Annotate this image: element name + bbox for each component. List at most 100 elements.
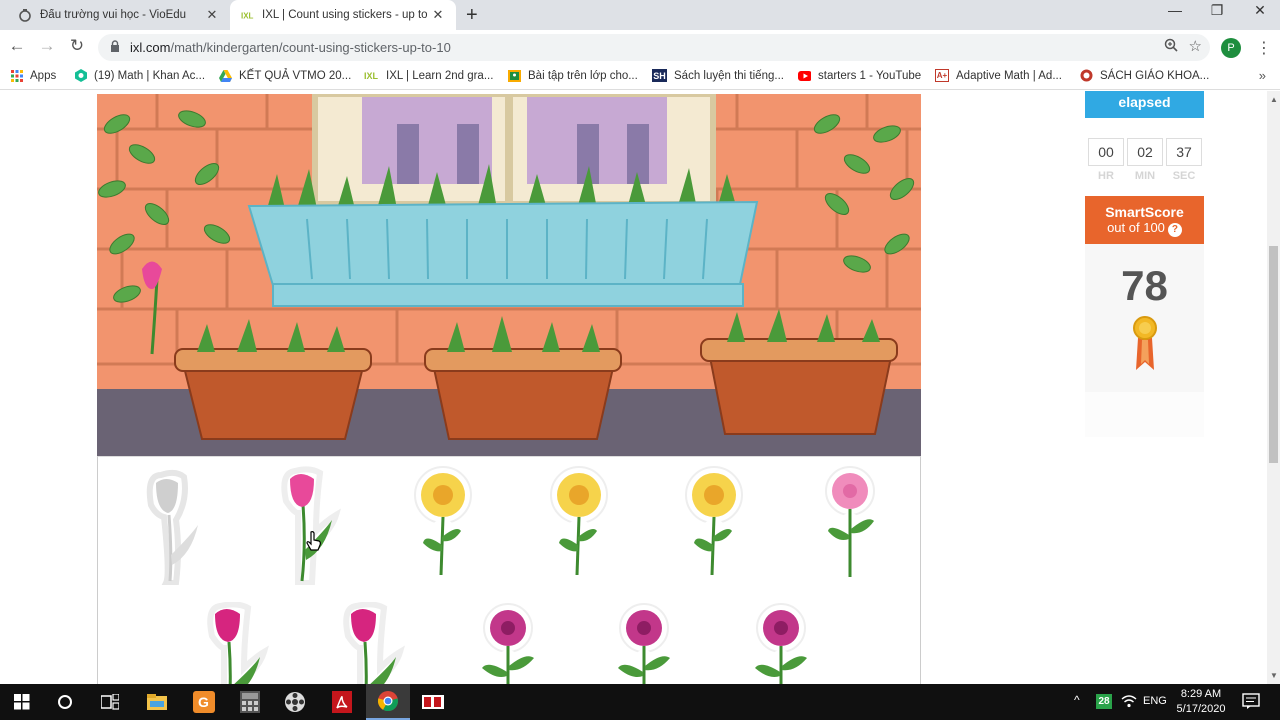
timer-hours-label: HR [1098,170,1114,182]
media-player-icon[interactable] [273,684,317,720]
url-text: ixl.com/math/kindergarten/count-using-st… [130,40,451,55]
timer-seconds: 37 [1166,138,1202,166]
bookmark-label: starters 1 - YouTube [818,69,922,82]
timer-minutes-label: MIN [1134,170,1156,182]
bookmark-apps[interactable]: Apps [10,69,56,82]
sticker-daisy-yellow[interactable] [405,465,481,585]
bookmark-label: (19) Math | Khan Ac... [94,69,206,82]
chrome-taskbar-icon[interactable] [366,684,410,720]
bookmark-label: Sách luyện thi tiếng... [674,69,784,82]
new-tab-button[interactable]: + [466,4,478,27]
windows-start-icon[interactable] [0,684,44,720]
chrome-menu-icon[interactable]: ⋮ [1256,38,1272,58]
hand-cursor-icon [306,531,322,554]
bookmark-vtmo[interactable]: KẾT QUẢ VTMO 20... [219,69,351,82]
smartscore-title: SmartScore [1105,204,1184,220]
elapsed-header: elapsed [1085,91,1204,118]
sticker-daisy-pink[interactable] [812,465,888,585]
forward-arrow-icon[interactable]: → [36,36,58,56]
sticker-daisy-magenta[interactable] [743,602,819,684]
bookmark-khan[interactable]: (19) Math | Khan Ac... [74,69,205,82]
file-explorer-icon[interactable] [135,684,179,720]
profile-avatar[interactable]: P [1221,38,1241,58]
timer-seconds-label: SEC [1172,170,1196,182]
help-icon[interactable]: ? [1167,223,1182,237]
ixl-favicon-icon: IXL [240,8,254,22]
smartscore-subtitle-text: out of 100 [1107,220,1165,235]
bookmark-ixl-2nd[interactable]: IXL IXL | Learn 2nd gra... [363,69,493,82]
sh-book-icon: SH [652,69,667,82]
google-drive-icon [219,69,232,82]
sticker-tulip-magenta[interactable] [334,601,410,684]
url-path: /math/kindergarten/count-using-stickers-… [170,40,451,55]
tab-strip: Đấu trường vui học - VioEdu ✕ IXL IXL | … [0,0,1280,30]
smartscore-subtitle: out of 100? [1085,220,1204,237]
show-hidden-icons-chevron-icon[interactable]: ^ [1074,693,1080,707]
bookmark-bai-tap[interactable]: Bài tập trên lớp cho... [508,69,638,82]
scroll-up-arrow-icon[interactable]: ▲ [1270,95,1278,104]
medal-icon [1131,316,1159,375]
close-window-button[interactable]: ✕ [1245,2,1275,19]
bookmarks-bar: Apps (19) Math | Khan Ac... KẾT QUẢ VTMO… [0,64,1280,90]
zoom-icon[interactable] [1164,38,1178,55]
page-content: elapsed 00 02 37 HR MIN SEC SmartScore o… [0,91,1280,684]
apps-grid-icon [10,69,23,82]
bookmark-label: KẾT QUẢ VTMO 20... [239,69,352,82]
textbook-icon [1080,69,1093,82]
sticker-daisy-magenta[interactable] [606,602,682,684]
reload-icon[interactable]: ↻ [66,36,88,56]
bookmark-star-icon[interactable]: ☆ [1189,37,1202,55]
tab-ixl[interactable]: IXL IXL | Count using stickers - up to ✕ [230,0,456,30]
browser-toolbar: ← → ↻ ixl.com/math/kindergarten/count-us… [0,30,1280,64]
tab-title: IXL | Count using stickers - up to [262,9,428,21]
unikey-badge-icon[interactable]: 28 [1096,694,1112,709]
sticker-tulip-magenta[interactable] [198,601,274,684]
smartscore-footer [1085,392,1204,437]
scrollbar-thumb[interactable] [1269,246,1278,463]
sticker-daisy-magenta[interactable] [470,602,546,684]
tab-title: Đấu trường vui học - VioEdu [40,9,187,21]
wifi-icon[interactable] [1121,694,1137,711]
bookmark-sach-giao-khoa[interactable]: SÁCH GIÁO KHOA... [1080,69,1209,82]
lock-icon [110,40,120,56]
adaptive-math-icon: A+ [935,69,949,82]
vioedu-favicon-icon [18,8,32,22]
sticker-daisy-yellow[interactable] [676,465,752,585]
address-bar[interactable]: ixl.com/math/kindergarten/count-using-st… [98,34,1210,61]
bookmark-sach-luyen[interactable]: SH Sách luyện thi tiếng... [652,69,784,82]
bookmark-adaptive-math[interactable]: A+ Adaptive Math | Ad... [935,69,1062,82]
calculator-app-icon[interactable] [228,684,272,720]
cortana-search-icon[interactable] [43,684,87,720]
url-host: ixl.com [130,40,171,55]
scroll-down-arrow-icon[interactable]: ▼ [1270,671,1278,680]
smartscore-value: 78 [1121,262,1168,309]
bookmark-label: Apps [30,69,57,82]
sticker-tulip-pink[interactable] [270,465,346,586]
tab-close-icon[interactable]: ✕ [430,7,446,23]
more-bookmarks-icon[interactable]: » [1259,68,1266,83]
snipping-tool-icon[interactable] [411,684,455,720]
sticker-tray [97,456,921,684]
bookmark-label: Bài tập trên lớp cho... [528,69,638,82]
page-scrollbar[interactable]: ▲ ▼ [1267,91,1280,684]
task-view-icon[interactable] [88,684,132,720]
garden-scene-image [97,94,921,456]
smartscore-header: SmartScore out of 100? [1085,196,1204,244]
tab-vioedu[interactable]: Đấu trường vui học - VioEdu ✕ [8,0,230,30]
input-language-indicator[interactable]: ENG [1143,695,1167,707]
taskbar-clock[interactable]: 8:29 AM 5/17/2020 [1170,687,1232,717]
bookmark-label: Adaptive Math | Ad... [956,69,1062,82]
geogebra-app-icon[interactable]: G [182,684,226,720]
bookmark-youtube[interactable]: starters 1 - YouTube [798,69,921,82]
back-arrow-icon[interactable]: ← [6,36,28,56]
tab-close-icon[interactable]: ✕ [204,7,220,23]
sticker-tulip-faded [136,465,212,586]
classroom-icon [508,69,521,82]
bookmark-label: SÁCH GIÁO KHOA... [1100,69,1210,82]
notification-center-icon[interactable] [1242,693,1260,713]
timer-hours: 00 [1088,138,1124,166]
sticker-daisy-yellow[interactable] [541,465,617,585]
minimize-button[interactable]: — [1160,2,1190,18]
acrobat-reader-icon[interactable] [320,684,364,720]
restore-button[interactable]: ❐ [1202,2,1232,19]
